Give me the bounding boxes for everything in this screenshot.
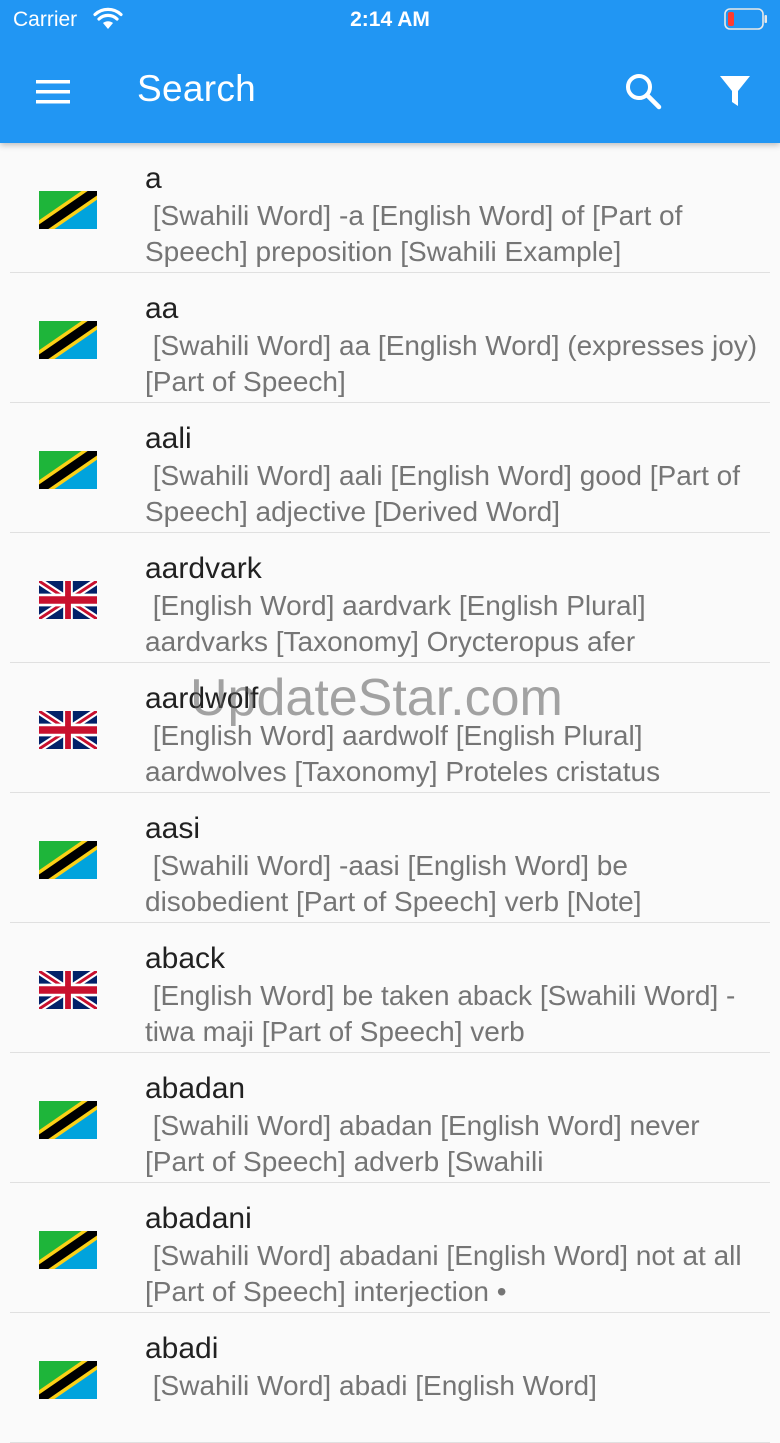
list-item[interactable]: abadan [Swahili Word] abadan [English Wo… xyxy=(10,1053,770,1183)
tanzania-flag-icon xyxy=(39,1101,97,1139)
list-item[interactable]: aardvark [English Word] aardvark [Englis… xyxy=(10,533,770,663)
entry-word: a xyxy=(145,162,162,195)
menu-icon[interactable] xyxy=(30,72,76,112)
list-item[interactable]: abadi [Swahili Word] abadi [English Word… xyxy=(10,1313,770,1443)
app-bar: Carrier 2:14 AM Search xyxy=(0,0,780,143)
status-bar: Carrier 2:14 AM xyxy=(0,0,780,40)
entry-word: aasi xyxy=(145,812,201,845)
entry-definition: [Swahili Word] abadi [English Word] xyxy=(145,1370,597,1401)
list-item[interactable]: abadani [Swahili Word] abadani [English … xyxy=(10,1183,770,1313)
entry-word: aback xyxy=(145,942,226,975)
list-item[interactable]: aali [Swahili Word] aali [English Word] … xyxy=(10,403,770,533)
entry-word: abadani xyxy=(145,1202,252,1235)
entry-definition: [Swahili Word] aa [English Word] (expres… xyxy=(145,330,765,397)
tanzania-flag-icon xyxy=(39,321,97,359)
uk-flag-icon xyxy=(37,707,99,753)
filter-icon[interactable] xyxy=(712,68,758,114)
entry-definition: [Swahili Word] -aasi [English Word] be d… xyxy=(145,850,642,917)
tanzania-flag-icon xyxy=(39,1361,97,1399)
battery-icon xyxy=(724,8,767,30)
entry-definition: [Swahili Word] -a [English Word] of [Par… xyxy=(145,200,691,267)
entry-definition: [Swahili Word] aali [English Word] good … xyxy=(145,460,748,527)
entry-word: aa xyxy=(145,292,179,325)
tanzania-flag-icon xyxy=(39,451,97,489)
list-item[interactable]: a [Swahili Word] -a [English Word] of [P… xyxy=(10,143,770,273)
entry-word: aali xyxy=(145,422,192,455)
entry-definition: [English Word] aardwolf [English Plural]… xyxy=(145,720,661,787)
status-time: 2:14 AM xyxy=(350,8,430,31)
uk-flag-icon xyxy=(37,577,99,623)
search-icon[interactable] xyxy=(620,68,666,114)
uk-flag-icon xyxy=(37,967,99,1013)
entry-definition: [English Word] be taken aback [Swahili W… xyxy=(145,980,736,1047)
entry-word: abadi xyxy=(145,1332,219,1365)
entry-definition: [English Word] aardvark [English Plural]… xyxy=(145,590,654,657)
entry-word: aardwolf xyxy=(145,682,259,715)
list-item[interactable]: aasi [Swahili Word] -aasi [English Word]… xyxy=(10,793,770,923)
tanzania-flag-icon xyxy=(39,1231,97,1269)
word-list: a [Swahili Word] -a [English Word] of [P… xyxy=(0,143,780,1443)
tanzania-flag-icon xyxy=(39,841,97,879)
list-item[interactable]: aardwolf [English Word] aardwolf [Englis… xyxy=(10,663,770,793)
entry-word: aardvark xyxy=(145,552,262,585)
tanzania-flag-icon xyxy=(39,191,97,229)
page-title: Search xyxy=(137,68,257,109)
entry-definition: [Swahili Word] abadan [English Word] nev… xyxy=(145,1110,708,1177)
list-item[interactable]: aa [Swahili Word] aa [English Word] (exp… xyxy=(10,273,770,403)
list-item[interactable]: aback [English Word] be taken aback [Swa… xyxy=(10,923,770,1053)
entry-definition: [Swahili Word] abadani [English Word] no… xyxy=(145,1240,750,1307)
entry-word: abadan xyxy=(145,1072,246,1105)
